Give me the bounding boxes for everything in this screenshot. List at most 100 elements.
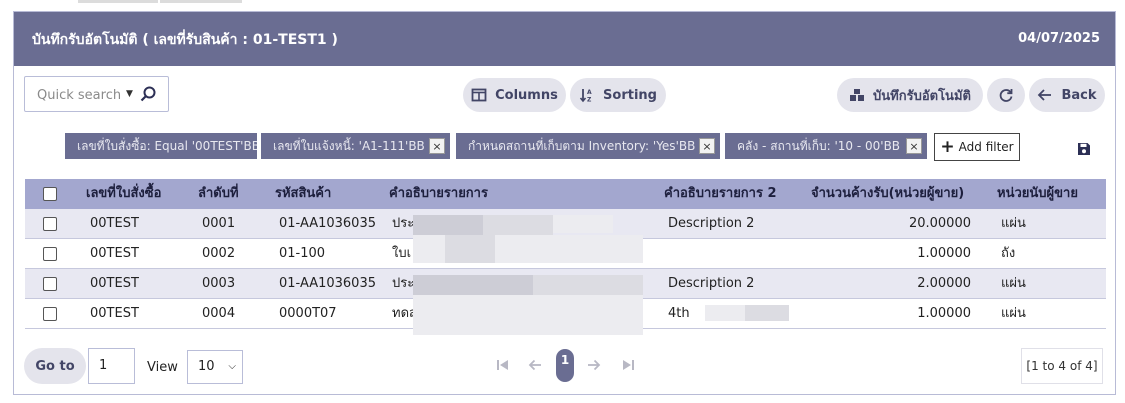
redacted-block bbox=[495, 235, 643, 263]
go-to-button[interactable]: Go to bbox=[24, 348, 86, 384]
page-title: บันทึกรับอัตโนมัติ ( เลขที่รับสินค้า : 0… bbox=[32, 32, 338, 48]
row-checkbox[interactable] bbox=[43, 277, 57, 291]
redacted-block bbox=[483, 215, 553, 235]
cell-desc: ประ bbox=[392, 216, 415, 231]
page-number-input[interactable]: 1 bbox=[88, 348, 135, 384]
col-header-po[interactable]: เลขที่ใบสั่งซื้อ bbox=[86, 179, 161, 209]
col-header-desc2[interactable]: คำอธิบายรายการ 2 bbox=[664, 179, 777, 209]
svg-text:Z: Z bbox=[587, 97, 592, 104]
redacted-block bbox=[745, 305, 789, 321]
data-table: เลขที่ใบสั่งซื้อ ลำดับที่ รหัสสินค้า คำอ… bbox=[25, 179, 1106, 335]
svg-text:A: A bbox=[587, 89, 592, 96]
cell-seq: 0002 bbox=[202, 246, 236, 261]
toolbar: Quick search ▼ Columns A Z Sorting บันทึ… bbox=[14, 66, 1115, 126]
tab-1[interactable] bbox=[78, 0, 158, 3]
cell-desc2: Description 2 bbox=[668, 276, 755, 291]
cell-qty: 1.00000 bbox=[917, 306, 971, 321]
row-checkbox[interactable] bbox=[43, 247, 57, 261]
current-page-button[interactable]: 1 bbox=[556, 349, 574, 382]
cell-desc2: Description 2 bbox=[668, 216, 755, 231]
filter-chip-warehouse[interactable]: คลัง - สถานที่เก็บ: '10 - 00'BB × bbox=[725, 133, 927, 159]
caret-down-icon[interactable]: ▼ bbox=[126, 89, 133, 99]
redacted-block bbox=[533, 275, 643, 295]
close-icon[interactable]: × bbox=[699, 138, 715, 154]
col-header-code[interactable]: รหัสสินค้า bbox=[275, 179, 331, 209]
cell-desc: ใบเ bbox=[392, 246, 412, 261]
page-size-value: 10 bbox=[198, 359, 215, 374]
close-icon[interactable]: × bbox=[429, 138, 445, 154]
cell-po: 00TEST bbox=[90, 306, 139, 321]
sort-icon: A Z bbox=[579, 89, 592, 104]
auto-receive-button[interactable]: บันทึกรับอัตโนมัติ bbox=[837, 78, 983, 112]
refresh-icon bbox=[999, 89, 1013, 102]
columns-label: Columns bbox=[495, 87, 558, 103]
pagination-footer: Go to 1 View 10 ⌵ 1 [1 to 4 of 4] bbox=[14, 342, 1115, 390]
auto-receive-panel: บันทึกรับอัตโนมัติ ( เลขที่รับสินค้า : 0… bbox=[13, 11, 1116, 395]
search-input[interactable]: Quick search bbox=[37, 88, 121, 103]
cell-qty: 20.00000 bbox=[908, 216, 971, 231]
refresh-button[interactable] bbox=[987, 78, 1025, 112]
auto-receive-label: บันทึกรับอัตโนมัติ bbox=[873, 88, 971, 104]
page-size-select[interactable]: 10 ⌵ bbox=[187, 350, 243, 384]
back-button[interactable]: Back bbox=[1029, 78, 1105, 112]
search-icon[interactable] bbox=[140, 86, 156, 102]
plus-icon: + bbox=[940, 136, 955, 157]
sorting-label: Sorting bbox=[603, 87, 657, 103]
cell-po: 00TEST bbox=[90, 276, 139, 291]
cell-unit: แผ่น bbox=[1001, 276, 1026, 291]
row-checkbox[interactable] bbox=[43, 307, 57, 321]
close-icon[interactable]: × bbox=[906, 138, 922, 154]
save-icon[interactable] bbox=[1076, 141, 1092, 157]
redacted-block bbox=[413, 275, 533, 295]
filter-chip-inventory[interactable]: กำหนดสถานที่เก็บตาม Inventory: 'Yes'BB × bbox=[456, 133, 720, 159]
col-header-desc[interactable]: คำอธิบายรายการ bbox=[389, 179, 488, 209]
cell-unit: แผ่น bbox=[1001, 306, 1026, 321]
boxes-icon bbox=[850, 89, 865, 101]
cell-desc2: 4th bbox=[668, 306, 690, 321]
record-range: [1 to 4 of 4] bbox=[1021, 348, 1103, 384]
cell-desc: ประ bbox=[392, 276, 415, 291]
col-header-seq[interactable]: ลำดับที่ bbox=[198, 179, 239, 209]
col-header-qty[interactable]: จำนวนค้างรับ(หน่วยผู้ขาย) bbox=[811, 179, 964, 209]
cell-code: 01-AA1036035 bbox=[279, 216, 376, 231]
view-label: View bbox=[147, 360, 178, 375]
back-label: Back bbox=[1061, 87, 1097, 103]
filter-chip-label: กำหนดสถานที่เก็บตาม Inventory: 'Yes'BB bbox=[468, 139, 696, 153]
last-page-icon[interactable] bbox=[621, 358, 635, 372]
cell-seq: 0003 bbox=[202, 276, 236, 291]
chevron-down-icon: ⌵ bbox=[228, 361, 236, 372]
cell-seq: 0001 bbox=[202, 216, 236, 231]
cell-unit: ถัง bbox=[1001, 246, 1016, 261]
select-all-checkbox[interactable] bbox=[43, 187, 57, 201]
cell-code: 01-AA1036035 bbox=[279, 276, 376, 291]
cell-seq: 0004 bbox=[202, 306, 236, 321]
table-header: เลขที่ใบสั่งซื้อ ลำดับที่ รหัสสินค้า คำอ… bbox=[25, 179, 1106, 209]
row-checkbox[interactable] bbox=[43, 217, 57, 231]
filter-bar: เลขที่ใบสั่งซื้อ: Equal '00TEST'BB เลขที… bbox=[14, 126, 1115, 166]
redacted-block bbox=[413, 323, 643, 335]
filter-chip-label: คลัง - สถานที่เก็บ: '10 - 00'BB bbox=[737, 139, 901, 153]
browser-tab-strip bbox=[0, 0, 1125, 4]
prev-page-icon[interactable] bbox=[528, 358, 542, 372]
redacted-block bbox=[413, 215, 483, 235]
first-page-icon[interactable] bbox=[496, 358, 510, 372]
redacted-block bbox=[445, 235, 495, 263]
redacted-block bbox=[705, 305, 745, 321]
col-header-unit[interactable]: หน่วยนับผู้ขาย bbox=[997, 179, 1078, 209]
redacted-block bbox=[553, 215, 613, 233]
quick-search[interactable]: Quick search ▼ bbox=[24, 76, 169, 112]
filter-chip-po[interactable]: เลขที่ใบสั่งซื้อ: Equal '00TEST'BB bbox=[65, 133, 257, 159]
next-page-icon[interactable] bbox=[587, 358, 601, 372]
add-filter-button[interactable]: + Add filter bbox=[934, 133, 1020, 161]
cell-qty: 2.00000 bbox=[917, 276, 971, 291]
header-date: 04/07/2025 bbox=[1018, 31, 1100, 46]
filter-chip-invoice[interactable]: เลขที่ใบแจ้งหนี้: 'A1-111'BB × bbox=[261, 133, 450, 159]
redacted-block bbox=[413, 295, 643, 323]
sorting-button[interactable]: A Z Sorting bbox=[570, 78, 666, 112]
filter-chip-label: เลขที่ใบแจ้งหนี้: 'A1-111'BB bbox=[273, 139, 425, 153]
columns-button[interactable]: Columns bbox=[463, 78, 566, 112]
go-to-label: Go to bbox=[35, 358, 75, 374]
arrow-left-icon bbox=[1038, 89, 1052, 101]
cell-po: 00TEST bbox=[90, 246, 139, 261]
tab-2[interactable] bbox=[160, 0, 242, 3]
